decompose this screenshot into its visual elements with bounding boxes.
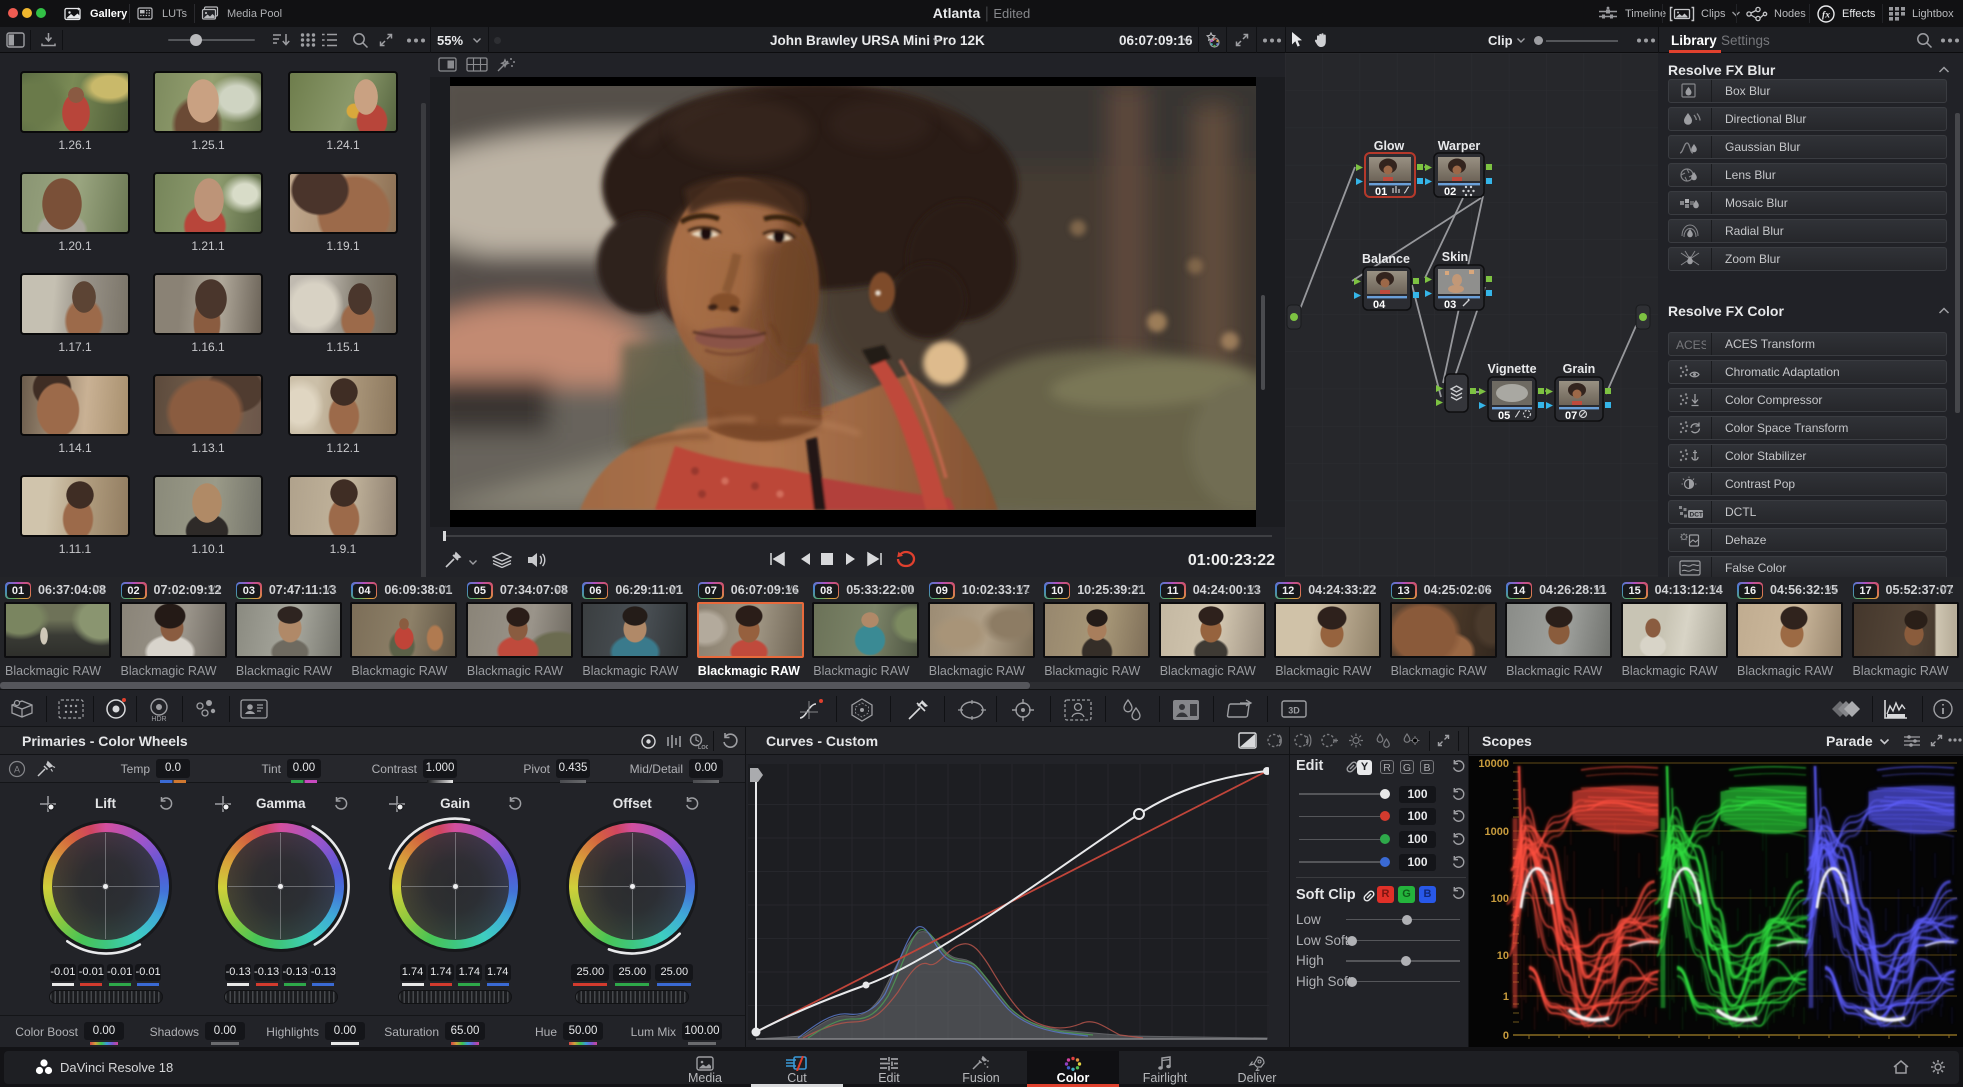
svg-text:03: 03: [1444, 299, 1456, 311]
svg-text:Skin: Skin: [1442, 250, 1468, 264]
svg-text:Glow: Glow: [1374, 139, 1405, 153]
svg-text:10: 10: [1497, 950, 1509, 962]
svg-text:fx: fx: [1822, 10, 1830, 20]
svg-text:10000: 10000: [1478, 758, 1509, 770]
svg-text:1: 1: [1503, 991, 1509, 1003]
svg-text:Balance: Balance: [1362, 252, 1410, 266]
svg-text:ACES: ACES: [1676, 338, 1706, 351]
svg-text:07: 07: [1565, 410, 1577, 422]
svg-text:HDR: HDR: [151, 716, 166, 723]
svg-text:3D: 3D: [1288, 706, 1300, 716]
svg-text:Vignette: Vignette: [1487, 362, 1536, 376]
svg-text:Grain: Grain: [1563, 362, 1596, 376]
svg-text:1000: 1000: [1485, 826, 1509, 838]
svg-text:LOG: LOG: [698, 745, 708, 750]
svg-text:0: 0: [1503, 1030, 1509, 1042]
svg-text:02: 02: [1444, 186, 1456, 198]
svg-text:01: 01: [1375, 186, 1387, 198]
svg-text:05: 05: [1498, 410, 1510, 422]
svg-text:04: 04: [1373, 299, 1386, 311]
svg-text:A: A: [14, 765, 20, 775]
svg-text:Warper: Warper: [1438, 139, 1481, 153]
svg-text:100: 100: [1491, 893, 1509, 905]
svg-text:DCTL: DCTL: [1690, 512, 1705, 519]
